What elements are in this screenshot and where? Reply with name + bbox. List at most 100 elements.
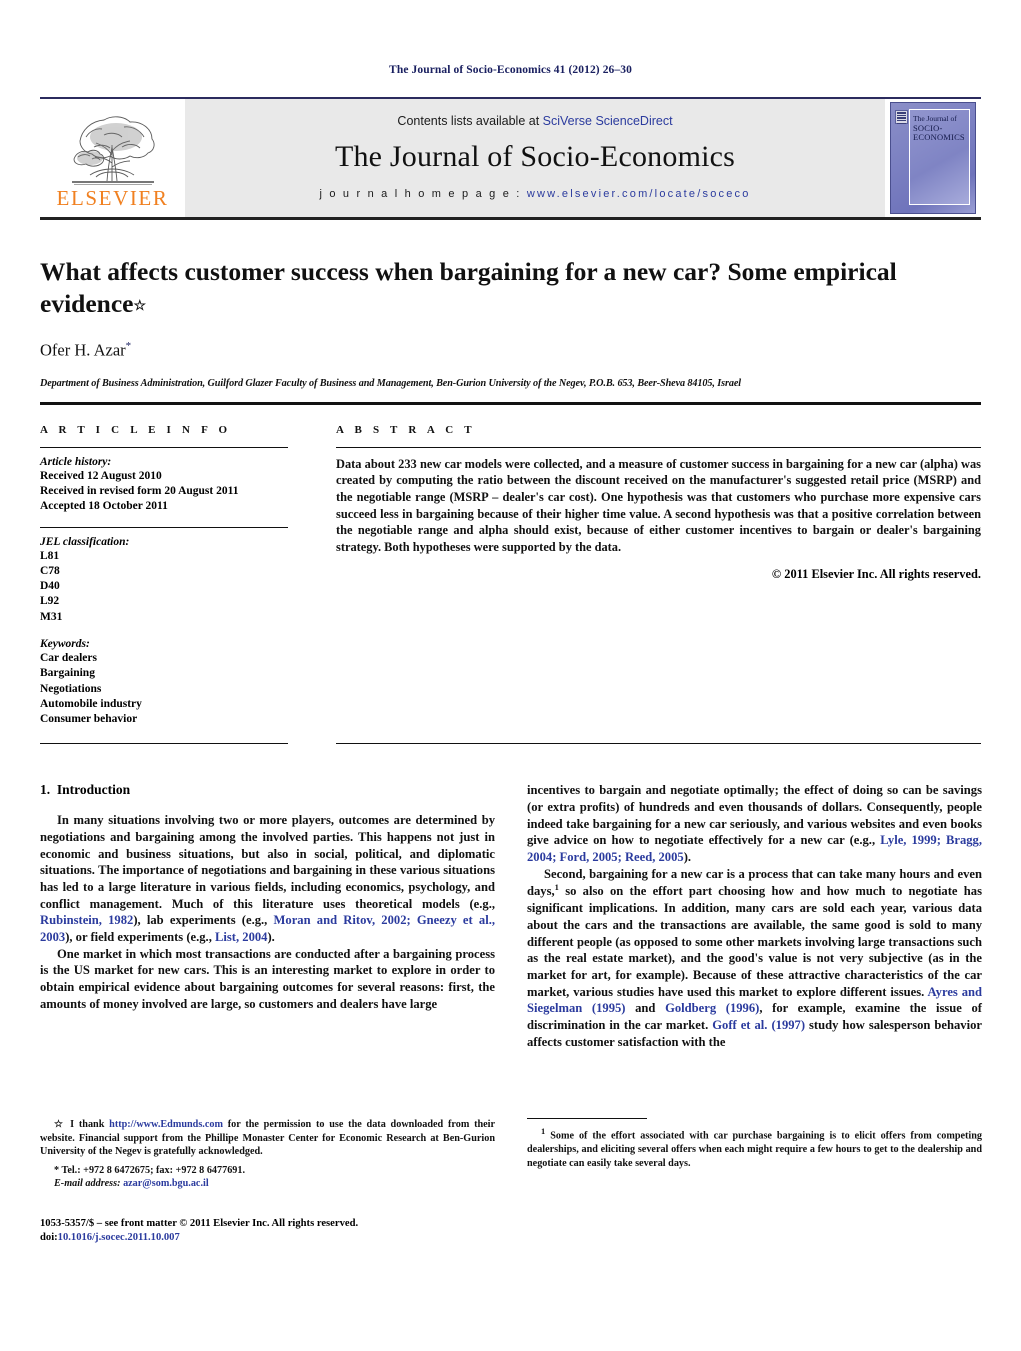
author-name: Ofer H. Azar <box>40 340 126 360</box>
article-info-heading: A R T I C L E I N F O <box>40 423 232 436</box>
page-title: What affects customer success when barga… <box>40 256 920 320</box>
author-line: Ofer H. Azar* <box>40 340 981 361</box>
paragraph-text: ). <box>683 850 692 865</box>
masthead-bottom-rule <box>40 217 981 220</box>
elsevier-logo: ELSEVIER <box>40 99 185 217</box>
running-head: The Journal of Socio-Economics 41 (2012)… <box>389 64 632 76</box>
doi-line: doi:10.1016/j.socec.2011.10.007 <box>40 1231 495 1245</box>
homepage-url-link[interactable]: www.elsevier.com/locate/soceco <box>527 188 751 200</box>
paragraph: incentives to bargain and negotiate opti… <box>527 782 982 865</box>
keywords-label: Keywords: <box>40 638 90 650</box>
article-info-rule <box>40 446 288 448</box>
sciencedirect-link[interactable]: SciVerse ScienceDirect <box>543 114 673 128</box>
jel-classification-group: JEL classification: L81 C78 D40 L92 M31 <box>40 536 288 625</box>
body-columns: 1. Introduction In many situations invol… <box>40 782 982 1050</box>
paragraph-text: and <box>625 1001 666 1016</box>
doi-link[interactable]: 10.1016/j.socec.2011.10.007 <box>58 1232 180 1243</box>
paragraph: One market in which most transactions ar… <box>40 946 495 1011</box>
info-section-top-rule <box>40 401 981 405</box>
keyword-item: Negotiations <box>40 682 102 695</box>
issn-copyright-block: 1053-5357/$ – see front matter © 2011 El… <box>40 1217 495 1245</box>
history-item: Received in revised form 20 August 2011 <box>40 485 239 498</box>
masthead-center-panel: Contents lists available at SciVerse Sci… <box>185 99 885 217</box>
jel-code: M31 <box>40 610 63 623</box>
journal-masthead: ELSEVIER Contents lists available at Sci… <box>40 97 981 217</box>
paragraph-text: In many situations involving two or more… <box>40 813 495 911</box>
journal-cover-panel: The Journal of SOCIO- ECONOMICS <box>885 99 981 217</box>
citation-link[interactable]: Goff et al. (1997) <box>712 1018 805 1032</box>
body-column-right: incentives to bargain and negotiate opti… <box>527 782 982 1050</box>
paragraph-text: ), or field experiments (e.g., <box>65 930 215 945</box>
section-title-text: Introduction <box>56 782 131 798</box>
jel-code: C78 <box>40 564 60 577</box>
jel-label: JEL classification: <box>40 535 130 548</box>
email-label: E-mail address: <box>54 1178 121 1190</box>
keyword-item: Automobile industry <box>40 697 142 710</box>
footnote-acknowledgement: ☆ I thank http://www.Edmunds.com for the… <box>40 1118 495 1159</box>
abstract-rule <box>336 446 981 448</box>
footnotes-area: ☆ I thank http://www.Edmunds.com for the… <box>40 1118 982 1244</box>
info-abstract-bottom-rules <box>40 743 981 745</box>
paragraph: In many situations involving two or more… <box>40 812 495 945</box>
info-bottom-rule <box>40 743 288 745</box>
footnote-separator-rule <box>527 1118 647 1119</box>
contents-available-line: Contents lists available at SciVerse Sci… <box>397 114 672 128</box>
cover-line-3: ECONOMICS <box>913 131 965 142</box>
paragraph-text: ). <box>267 930 275 945</box>
section-heading-introduction: 1. Introduction <box>40 782 495 798</box>
article-history-group: Article history: Received 12 August 2010… <box>40 456 288 515</box>
jel-code: L92 <box>40 595 60 608</box>
jel-code: L81 <box>40 549 60 562</box>
citation-link[interactable]: List, 2004 <box>215 930 267 944</box>
email-link[interactable]: azar@som.bgu.ac.il <box>123 1178 209 1189</box>
abstract-heading: A B S T R A C T <box>336 423 476 436</box>
body-column-left: 1. Introduction In many situations invol… <box>40 782 495 1050</box>
article-info-divider <box>40 526 288 528</box>
footnote-column-right: 1 Some of the effort associated with car… <box>527 1118 982 1244</box>
section-number: 1. <box>40 782 51 798</box>
keyword-item: Bargaining <box>40 667 95 680</box>
homepage-label: j o u r n a l h o m e p a g e : <box>319 188 527 200</box>
footnote-text: Some of the effort associated with car p… <box>527 1130 982 1169</box>
journal-title: The Journal of Socio-Economics <box>334 140 736 173</box>
footnote-text: I thank <box>65 1119 110 1130</box>
history-item: Accepted 18 October 2011 <box>40 500 168 513</box>
footnote-star-marker: ☆ <box>54 1119 66 1130</box>
doi-label: doi: <box>40 1231 58 1243</box>
paragraph-text: ), lab experiments (e.g., <box>133 913 274 928</box>
article-history-label: Article history: <box>40 455 112 468</box>
paragraph-text: so also on the effort part choosing how … <box>527 884 982 999</box>
citation-link[interactable]: Goldberg (1996) <box>665 1001 759 1015</box>
author-footnote-marker[interactable]: * <box>126 340 132 352</box>
abstract-text: Data about 233 new car models were colle… <box>336 456 981 554</box>
keyword-item: Car dealers <box>40 652 97 664</box>
issn-line: 1053-5357/$ – see front matter © 2011 El… <box>40 1217 359 1229</box>
footnote-1: 1 Some of the effort associated with car… <box>527 1126 982 1170</box>
abstract-bottom-rule <box>336 743 981 745</box>
journal-cover-thumbnail[interactable]: The Journal of SOCIO- ECONOMICS <box>890 102 976 214</box>
cover-inner-frame: The Journal of SOCIO- ECONOMICS <box>909 109 970 205</box>
edmunds-link[interactable]: http://www.Edmunds.com <box>109 1119 223 1130</box>
jel-code: D40 <box>40 580 60 593</box>
cover-badge-icon <box>895 110 908 124</box>
citation-link[interactable]: Rubinstein, 1982 <box>40 913 133 927</box>
footnote-email: E-mail address: azar@som.bgu.ac.il <box>54 1177 495 1191</box>
keywords-group: Keywords: Car dealers Bargaining Negotia… <box>40 638 288 727</box>
footnote-column-left: ☆ I thank http://www.Edmunds.com for the… <box>40 1118 495 1244</box>
keyword-item: Consumer behavior <box>40 713 138 726</box>
abstract-copyright: © 2011 Elsevier Inc. All rights reserved… <box>771 567 981 582</box>
elsevier-tree-icon <box>71 116 155 185</box>
article-info-column: A R T I C L E I N F O Article history: R… <box>40 424 288 728</box>
article-page: The Journal of Socio-Economics 41 (2012)… <box>0 0 1021 1351</box>
journal-homepage-line: j o u r n a l h o m e p a g e : www.else… <box>319 188 750 200</box>
abstract-column: A B S T R A C T Data about 233 new car m… <box>336 424 981 728</box>
contents-prefix-text: Contents lists available at <box>397 114 543 128</box>
affiliation: Department of Business Administration, G… <box>40 377 742 389</box>
history-item: Received 12 August 2010 <box>40 469 162 482</box>
paragraph: Second, bargaining for a new car is a pr… <box>527 866 982 1051</box>
elsevier-wordmark: ELSEVIER <box>56 186 169 210</box>
footnote-text: Tel.: +972 8 6472675; fax: +972 8 647769… <box>59 1164 246 1176</box>
title-footnote-marker[interactable]: ☆ <box>133 299 146 314</box>
article-title-text: What affects customer success when barga… <box>40 257 897 319</box>
